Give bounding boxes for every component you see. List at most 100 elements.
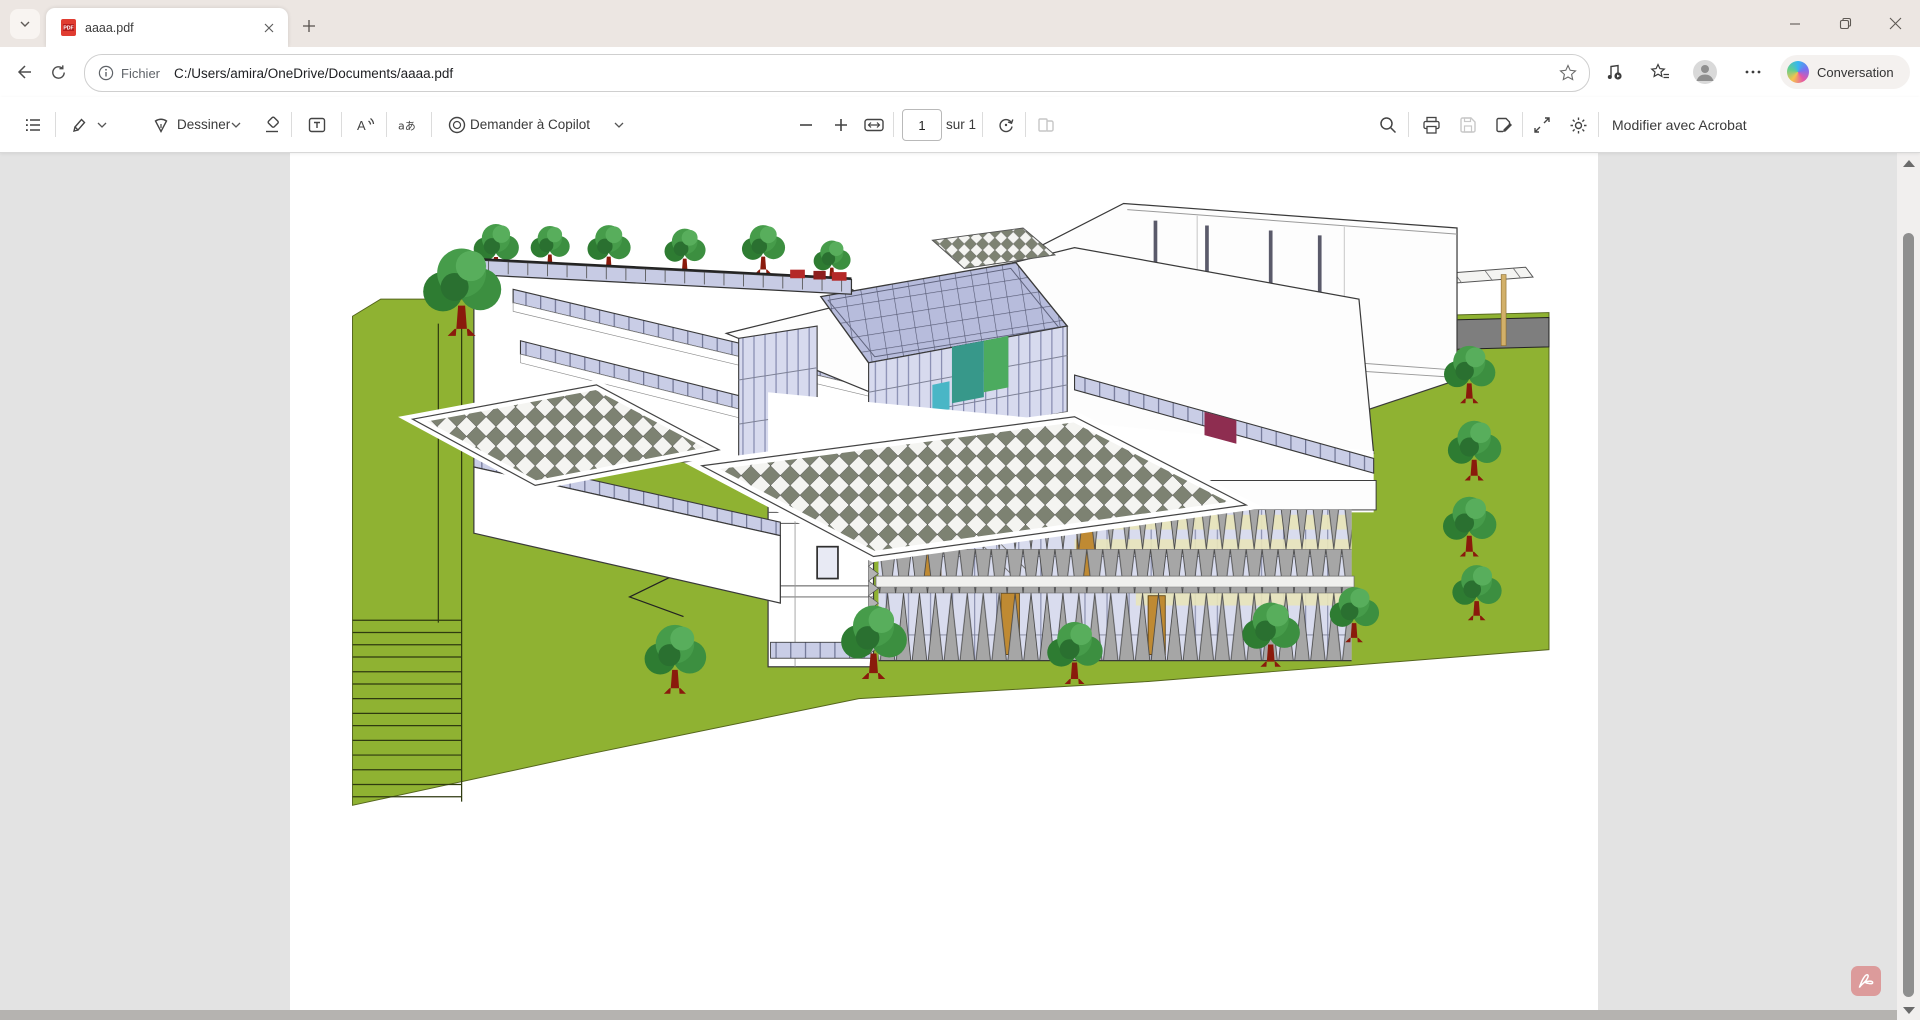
favorites-button[interactable] [1647, 59, 1673, 85]
cyan-panel [932, 381, 949, 413]
chevron-down-icon [229, 118, 243, 132]
window-close-button[interactable] [1870, 0, 1920, 47]
ellipsis-icon [1744, 63, 1762, 81]
two-page-view-icon [1036, 115, 1056, 135]
save-icon [1458, 115, 1478, 135]
fit-width-icon [863, 115, 885, 135]
highlight-button[interactable] [68, 114, 90, 136]
window [817, 547, 838, 579]
search-document-button[interactable] [1377, 114, 1399, 136]
minus-icon [797, 116, 815, 134]
expand-icon [1532, 115, 1552, 135]
restore-icon [1839, 17, 1852, 30]
teal-panel [952, 341, 984, 404]
red-planter [813, 271, 825, 280]
favorite-star-icon[interactable] [1559, 64, 1577, 82]
chevron-down-icon [612, 118, 626, 132]
url-text[interactable]: C:/Users/amira/OneDrive/Documents/aaaa.p… [174, 66, 1559, 81]
window-controls [1770, 0, 1920, 47]
scroll-up-arrow[interactable] [1903, 160, 1915, 167]
tab-close-icon[interactable] [260, 19, 278, 37]
minimize-icon [1789, 18, 1801, 30]
refresh-icon [49, 63, 68, 82]
copilot-conversation-label: Conversation [1817, 65, 1894, 80]
fit-width-button[interactable] [863, 114, 885, 136]
acrobat-logo-icon [1856, 971, 1876, 991]
save-as-icon [1494, 115, 1515, 136]
print-button[interactable] [1420, 114, 1442, 136]
gear-icon [1568, 115, 1589, 136]
highlighter-icon [69, 115, 89, 135]
draw-button-label[interactable]: Dessiner [177, 117, 230, 132]
settings-button[interactable] [1567, 114, 1589, 136]
browser-menu-button[interactable] [1740, 59, 1766, 85]
avatar-icon [1692, 59, 1718, 85]
copilot-menu-dropdown[interactable] [608, 114, 630, 136]
info-icon [98, 65, 114, 81]
red-planter [832, 272, 847, 281]
svg-text:aあ: aあ [398, 120, 416, 133]
tab-title: aaaa.pdf [85, 21, 260, 35]
add-text-button[interactable] [306, 114, 328, 136]
browser-window: PDF aaaa.pdf [0, 0, 1920, 1020]
tab-search-button[interactable] [10, 9, 40, 39]
window-restore-button[interactable] [1820, 0, 1870, 47]
acrobat-floating-button[interactable] [1851, 966, 1881, 996]
architectural-rendering [290, 152, 1598, 1010]
page-bottom-edge [0, 1010, 1897, 1020]
copilot-icon [447, 115, 467, 135]
close-icon [1889, 17, 1902, 30]
plus-icon [832, 116, 850, 134]
translate-button[interactable]: aあ [398, 114, 420, 136]
address-bar[interactable]: Fichier C:/Users/amira/OneDrive/Document… [84, 54, 1590, 92]
scroll-down-arrow[interactable] [1903, 1007, 1915, 1014]
read-aloud-icon: A [354, 115, 375, 136]
pdf-page [290, 152, 1598, 1010]
printer-icon [1421, 115, 1442, 136]
rotate-icon [996, 115, 1016, 135]
erase-button[interactable] [261, 114, 283, 136]
draw-button[interactable] [150, 114, 172, 136]
zoom-out-button[interactable] [795, 114, 817, 136]
rotate-button[interactable] [995, 114, 1017, 136]
text-box-icon [307, 115, 327, 135]
green-panel [984, 336, 1009, 392]
save-button-disabled [1457, 114, 1479, 136]
vertical-scrollbar[interactable] [1897, 152, 1920, 1020]
page-view-button-disabled [1035, 114, 1057, 136]
refresh-button[interactable] [46, 60, 70, 84]
copilot-menu-button[interactable] [446, 114, 468, 136]
profile-avatar[interactable] [1692, 59, 1718, 85]
pen-nib-icon [151, 115, 171, 135]
acrobat-button[interactable]: Modifier avec Acrobat [1612, 117, 1747, 133]
red-planter [790, 270, 805, 279]
media-control-button[interactable] [1601, 59, 1627, 85]
back-button[interactable] [12, 60, 36, 84]
eraser-icon [262, 115, 282, 135]
chevron-down-icon [95, 118, 109, 132]
highlight-dropdown[interactable] [91, 114, 113, 136]
music-note-icon [1604, 62, 1624, 82]
toc-button[interactable] [22, 114, 44, 136]
svg-text:A: A [357, 118, 366, 133]
url-scheme-label: Fichier [121, 66, 160, 81]
new-tab-button[interactable] [296, 13, 322, 39]
read-aloud-button[interactable]: A [353, 114, 375, 136]
window-minimize-button[interactable] [1770, 0, 1820, 47]
draw-dropdown[interactable] [225, 114, 247, 136]
zoom-in-button[interactable] [830, 114, 852, 136]
copilot-icon [1787, 61, 1809, 83]
page-number-input[interactable] [902, 109, 942, 141]
copilot-menu-label[interactable]: Demander à Copilot [470, 117, 590, 132]
table-of-contents-icon [23, 115, 43, 135]
copilot-conversation-button[interactable]: Conversation [1780, 55, 1910, 89]
translate-icon: aあ [398, 115, 420, 135]
scrollbar-thumb[interactable] [1903, 233, 1914, 997]
pdf-file-icon: PDF [60, 18, 77, 37]
fullscreen-button[interactable] [1531, 114, 1553, 136]
svg-text:PDF: PDF [63, 26, 73, 32]
save-as-button[interactable] [1493, 114, 1515, 136]
favorites-list-star-icon [1650, 62, 1671, 83]
tab-active[interactable]: PDF aaaa.pdf [46, 8, 288, 47]
search-icon [1378, 115, 1398, 135]
